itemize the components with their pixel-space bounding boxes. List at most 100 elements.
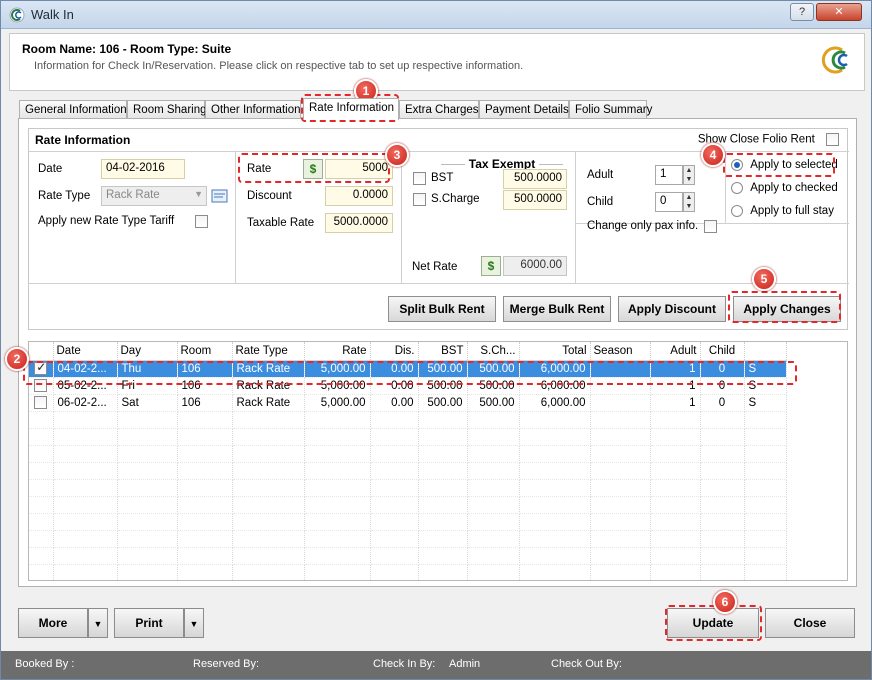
walk-in-window: Walk In ? ✕ Room Name: 106 - Room Type: … [0,0,872,680]
column-header-rate[interactable]: Rate [304,342,371,361]
apply-to-checked-label: Apply to checked [750,182,838,195]
row-select-cell[interactable] [29,394,54,412]
child-stepper[interactable]: ▲ ▼ [683,192,695,212]
adult-field[interactable]: 1 [655,165,683,185]
spin-up-icon[interactable]: ▲ [684,166,694,175]
column-header-date[interactable]: Date [53,342,118,361]
more-dropdown-button[interactable]: ▼ [88,608,108,638]
callout-apply-changes [728,291,841,323]
column-header-room[interactable]: Room [177,342,233,361]
date-field[interactable]: 04-02-2016 [101,159,185,179]
close-window-button[interactable]: ✕ [816,3,862,21]
tab-folio-summary[interactable]: Folio Summary [569,100,652,119]
tab-payment-details[interactable]: Payment Details [479,100,569,119]
column-header-day[interactable]: Day [117,342,178,361]
spin-down-icon[interactable]: ▼ [684,202,694,211]
help-button[interactable]: ? [790,3,814,21]
empty-row [29,462,787,480]
chevron-down-icon: ▼ [194,189,203,199]
scharge-exempt-checkbox[interactable] [413,193,426,206]
apply-to-full-stay-radio[interactable] [731,205,743,217]
date-label: Date [38,163,63,175]
pax-only-checkbox[interactable] [704,220,717,233]
status-bar: Booked By : Reserved By: Check In By: Ad… [1,651,871,679]
column-header-season[interactable]: Season [590,342,651,361]
adult-stepper[interactable]: ▲ ▼ [683,165,695,185]
app-logo-icon [9,7,25,23]
divider [440,164,465,166]
callout-rate-field [238,153,390,183]
discount-field[interactable]: 0.0000 [325,186,393,206]
tab-room-sharing[interactable]: Room Sharing [127,100,207,119]
divider [235,151,236,283]
bst-exempt-checkbox[interactable] [413,172,426,185]
column-header-total[interactable]: Total [519,342,591,361]
table-row[interactable]: 06-02-2... Sat 106 Rack Rate 5,000.00 0.… [29,394,787,412]
taxable-rate-field[interactable]: 5000.0000 [325,213,393,233]
cell-room: 106 [177,394,233,412]
child-field[interactable]: 0 [655,192,683,212]
spin-up-icon[interactable]: ▲ [684,193,694,202]
tab-rate-information[interactable]: Rate Information [303,98,399,120]
column-header-extra [744,342,787,361]
spin-down-icon[interactable]: ▼ [684,175,694,184]
cell-discount: 0.00 [370,394,419,412]
cell-scharge: 500.00 [467,394,520,412]
apply-tariff-label: Apply new Rate Type Tariff [38,215,175,227]
callout-badge-6: 6 [713,590,737,614]
more-button[interactable]: More [18,608,88,638]
column-header-discount[interactable]: Dis. [370,342,419,361]
net-rate-label: Net Rate [412,261,458,273]
chevron-down-icon: ▼ [93,619,103,629]
close-button[interactable]: Close [765,608,855,638]
money-icon[interactable]: $ [481,256,501,276]
bst-field[interactable]: 500.0000 [503,169,567,189]
empty-row [29,513,787,531]
rate-card-icon[interactable] [211,187,229,205]
merge-bulk-rent-button[interactable]: Merge Bulk Rent [503,296,611,322]
rate-type-value: Rack Rate [106,189,160,201]
cell-extra: S [744,394,787,412]
apply-to-checked-radio[interactable] [731,182,743,194]
apply-to-checked-option[interactable]: Apply to checked [731,182,838,194]
callout-badge-4: 4 [701,143,725,167]
pax-only-label: Change only pax info. [587,220,699,232]
header-panel: Room Name: 106 - Room Type: Suite Inform… [9,33,865,91]
rate-info-title: Rate Information [35,133,131,147]
apply-discount-button[interactable]: Apply Discount [618,296,726,322]
scharge-label: S.Charge [431,193,480,205]
apply-tariff-checkbox[interactable] [195,215,208,228]
show-close-folio-rent-checkbox[interactable] [826,133,839,146]
column-header-bst[interactable]: BST [418,342,468,361]
column-header-rate-type[interactable]: Rate Type [232,342,305,361]
tab-other-information[interactable]: Other Information [205,100,301,119]
print-dropdown-button[interactable]: ▼ [184,608,204,638]
cell-total: 6,000.00 [519,394,591,412]
callout-badge-2: 2 [5,347,29,371]
callout-selected-row [23,361,797,385]
column-header-adult[interactable]: Adult [650,342,701,361]
apply-to-full-stay-option[interactable]: Apply to full stay [731,205,834,217]
row-checkbox[interactable] [34,396,48,409]
chevron-down-icon: ▼ [189,619,199,629]
split-bulk-rent-button[interactable]: Split Bulk Rent [388,296,496,322]
divider [539,164,564,166]
callout-badge-3: 3 [385,143,409,167]
callout-update-button [665,605,762,641]
cell-season [590,394,651,412]
column-header-child[interactable]: Child [700,342,745,361]
cell-child: 0 [700,394,745,412]
column-header-scharge[interactable]: S.Ch... [467,342,520,361]
print-button[interactable]: Print [114,608,184,638]
callout-badge-5: 5 [752,267,776,291]
tab-general-information[interactable]: General Information [19,100,127,119]
empty-row [29,411,787,429]
booked-by-label: Booked By : [15,658,75,670]
divider [29,283,849,284]
tab-extra-charges[interactable]: Extra Charges [399,100,479,119]
empty-row [29,445,787,463]
taxable-rate-label: Taxable Rate [247,217,315,229]
scharge-field[interactable]: 500.0000 [503,190,567,210]
check-in-by-value: Admin [449,658,481,670]
rate-type-select[interactable]: Rack Rate ▼ [101,186,207,206]
